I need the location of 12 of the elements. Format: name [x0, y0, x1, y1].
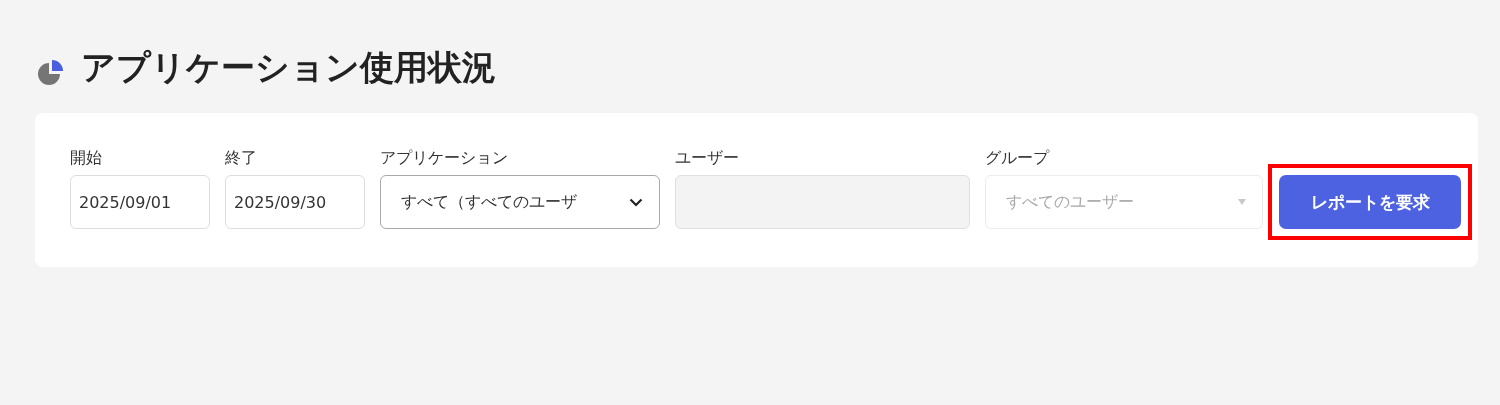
date-field[interactable]: 2025/09/30 [225, 175, 365, 229]
field-label: アプリケーション [380, 147, 509, 169]
dropdown[interactable]: すべて（すべてのユーザ [380, 175, 660, 229]
field-label: 終了 [225, 147, 258, 169]
field-label: グループ [985, 147, 1051, 169]
request-report-button[interactable]: レポートを要求 [1279, 175, 1461, 229]
page-title: アプリケーション使用状況 [81, 46, 496, 89]
date-field[interactable]: 2025/09/01 [70, 175, 210, 229]
chevron-down-icon [629, 197, 643, 207]
caret-down-icon [1238, 199, 1246, 205]
field-label: ユーザー [675, 147, 740, 169]
field-label: 開始 [70, 147, 103, 169]
